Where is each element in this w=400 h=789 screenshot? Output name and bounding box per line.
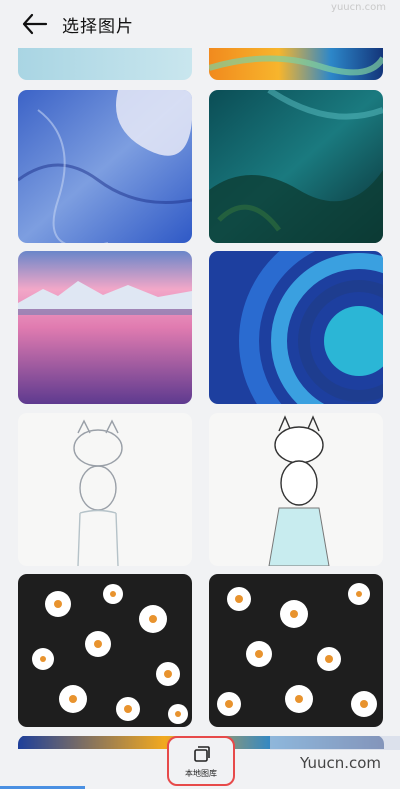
image-tile[interactable] — [18, 574, 192, 727]
arrow-left-icon — [22, 13, 48, 35]
image-tile[interactable] — [209, 574, 383, 727]
site-watermark: Yuucn.com — [270, 736, 400, 776]
local-gallery-button[interactable]: 本地图库 — [167, 736, 235, 786]
top-bar: 选择图片 yuucn.com — [0, 0, 400, 48]
page-title: 选择图片 — [62, 17, 134, 37]
image-tile[interactable] — [209, 413, 383, 566]
back-button[interactable] — [20, 10, 50, 38]
image-grid — [0, 48, 400, 748]
gallery-icon — [194, 746, 210, 762]
brand-text: Yuucn.com — [300, 754, 382, 772]
image-tile[interactable] — [209, 90, 383, 243]
image-tile[interactable] — [209, 251, 383, 404]
image-tile[interactable] — [18, 48, 192, 80]
image-tile[interactable] — [18, 413, 192, 566]
local-gallery-label: 本地图库 — [185, 769, 217, 778]
image-tile[interactable] — [209, 48, 383, 80]
image-tile[interactable] — [18, 90, 192, 243]
image-tile[interactable] — [18, 251, 192, 404]
watermark: yuucn.com — [331, 2, 386, 13]
